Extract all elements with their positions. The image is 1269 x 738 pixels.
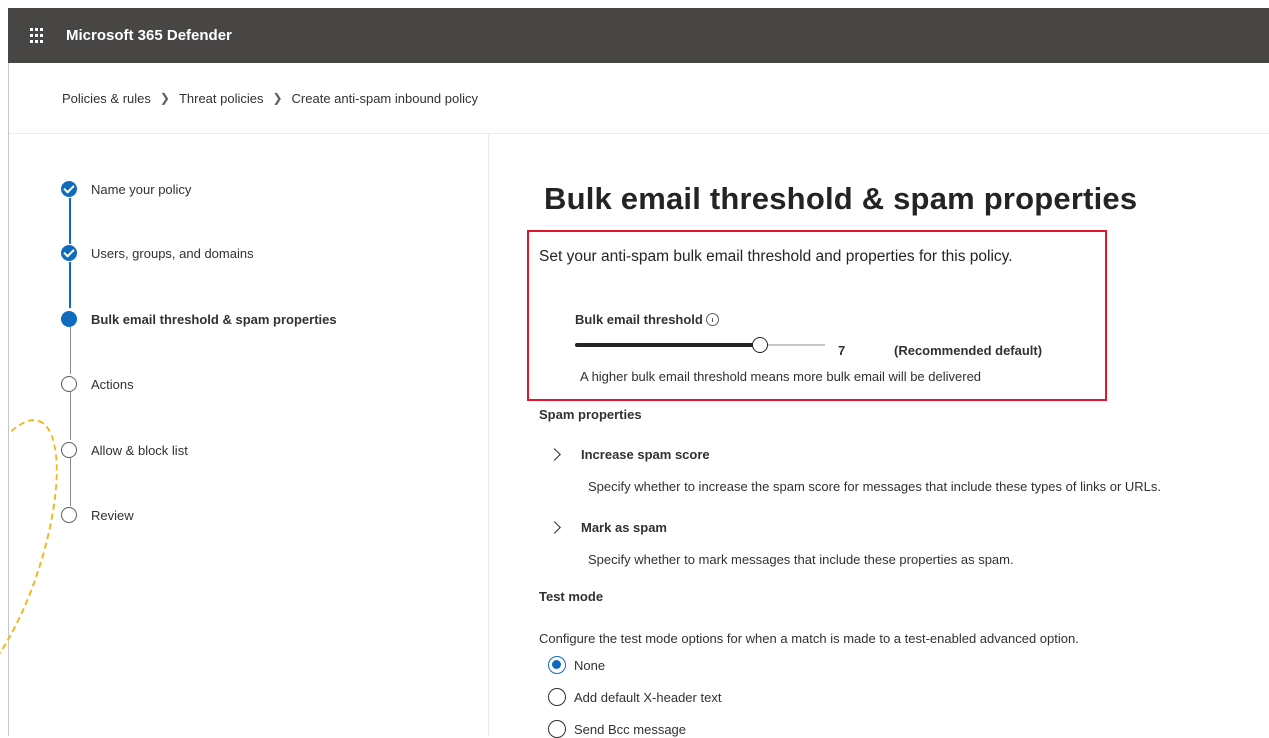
checkmark-circle-icon (61, 181, 77, 197)
chevron-right-icon: ❯ (272, 91, 283, 105)
radio-none[interactable]: None (548, 656, 605, 674)
expander-title: Mark as spam (581, 520, 667, 535)
radio-unselected-icon (548, 688, 566, 706)
step-label: Actions (91, 376, 134, 392)
checkmark-circle-icon (61, 245, 77, 261)
empty-circle-icon (61, 376, 77, 392)
step-connector (69, 198, 71, 244)
step-label: Bulk email threshold & spam properties (91, 311, 337, 327)
threshold-label: Bulk email threshold (575, 312, 719, 327)
page-title: Bulk email threshold & spam properties (544, 181, 1138, 216)
radio-label: Send Bcc message (574, 721, 687, 737)
spam-properties-heading: Spam properties (539, 407, 642, 422)
step-label: Allow & block list (91, 442, 188, 458)
expander-title: Increase spam score (581, 447, 710, 462)
app-launcher-icon[interactable] (30, 27, 46, 44)
threshold-label-text: Bulk email threshold (575, 312, 703, 327)
test-mode-desc: Configure the test mode options for when… (539, 631, 1079, 646)
recommended-default-label: (Recommended default) (894, 343, 1043, 358)
intro-text: Set your anti-spam bulk email threshold … (539, 248, 1013, 265)
slider-fill (575, 343, 754, 347)
test-mode-heading: Test mode (539, 589, 604, 604)
step-actions[interactable]: Actions (61, 376, 134, 392)
radio-selected-icon (548, 656, 566, 674)
mark-as-spam-desc: Specify whether to mark messages that in… (588, 552, 1014, 567)
app-frame: Microsoft 365 Defender Policies & rules … (0, 8, 1269, 738)
threshold-slider[interactable] (575, 337, 825, 353)
top-bar: Microsoft 365 Defender (8, 8, 1269, 63)
step-bulk-email-threshold[interactable]: Bulk email threshold & spam properties (61, 311, 337, 327)
breadcrumb: Policies & rules ❯ Threat policies ❯ Cre… (8, 63, 1269, 134)
threshold-hint: A higher bulk email threshold means more… (580, 369, 982, 384)
breadcrumb-current-page: Create anti-spam inbound policy (291, 90, 478, 106)
radio-unselected-icon (548, 720, 566, 738)
radio-send-bcc[interactable]: Send Bcc message (548, 720, 686, 738)
step-connector (69, 392, 71, 440)
step-allow-block-list[interactable]: Allow & block list (61, 442, 188, 458)
chevron-right-icon (548, 521, 561, 534)
step-connector (69, 262, 71, 308)
step-users-groups-domains[interactable]: Users, groups, and domains (61, 245, 254, 261)
empty-circle-icon (61, 442, 77, 458)
step-connector (69, 458, 71, 506)
wizard-steps-pane: Name your policy Users, groups, and doma… (8, 134, 489, 736)
increase-spam-score-expander[interactable]: Increase spam score (548, 447, 710, 462)
empty-circle-icon (61, 507, 77, 523)
mark-as-spam-expander[interactable]: Mark as spam (548, 520, 667, 535)
current-step-icon (61, 311, 77, 327)
chevron-right-icon: ❯ (159, 91, 170, 105)
radio-add-x-header[interactable]: Add default X-header text (548, 688, 721, 706)
chevron-right-icon (548, 448, 561, 461)
step-review[interactable]: Review (61, 507, 134, 523)
step-name-your-policy[interactable]: Name your policy (61, 181, 191, 197)
step-label: Review (91, 507, 134, 523)
increase-spam-score-desc: Specify whether to increase the spam sco… (588, 479, 1161, 494)
info-icon[interactable] (705, 313, 719, 326)
step-label: Name your policy (91, 181, 192, 197)
radio-label: None (574, 657, 606, 673)
step-label: Users, groups, and domains (91, 245, 254, 261)
threshold-value: 7 (838, 343, 846, 358)
app-title[interactable]: Microsoft 365 Defender (66, 27, 232, 44)
breadcrumb-policies-rules[interactable]: Policies & rules (62, 91, 151, 106)
radio-label: Add default X-header text (574, 689, 722, 705)
slider-thumb[interactable] (752, 337, 768, 353)
breadcrumb-threat-policies[interactable]: Threat policies (179, 91, 264, 106)
step-connector (69, 327, 71, 374)
